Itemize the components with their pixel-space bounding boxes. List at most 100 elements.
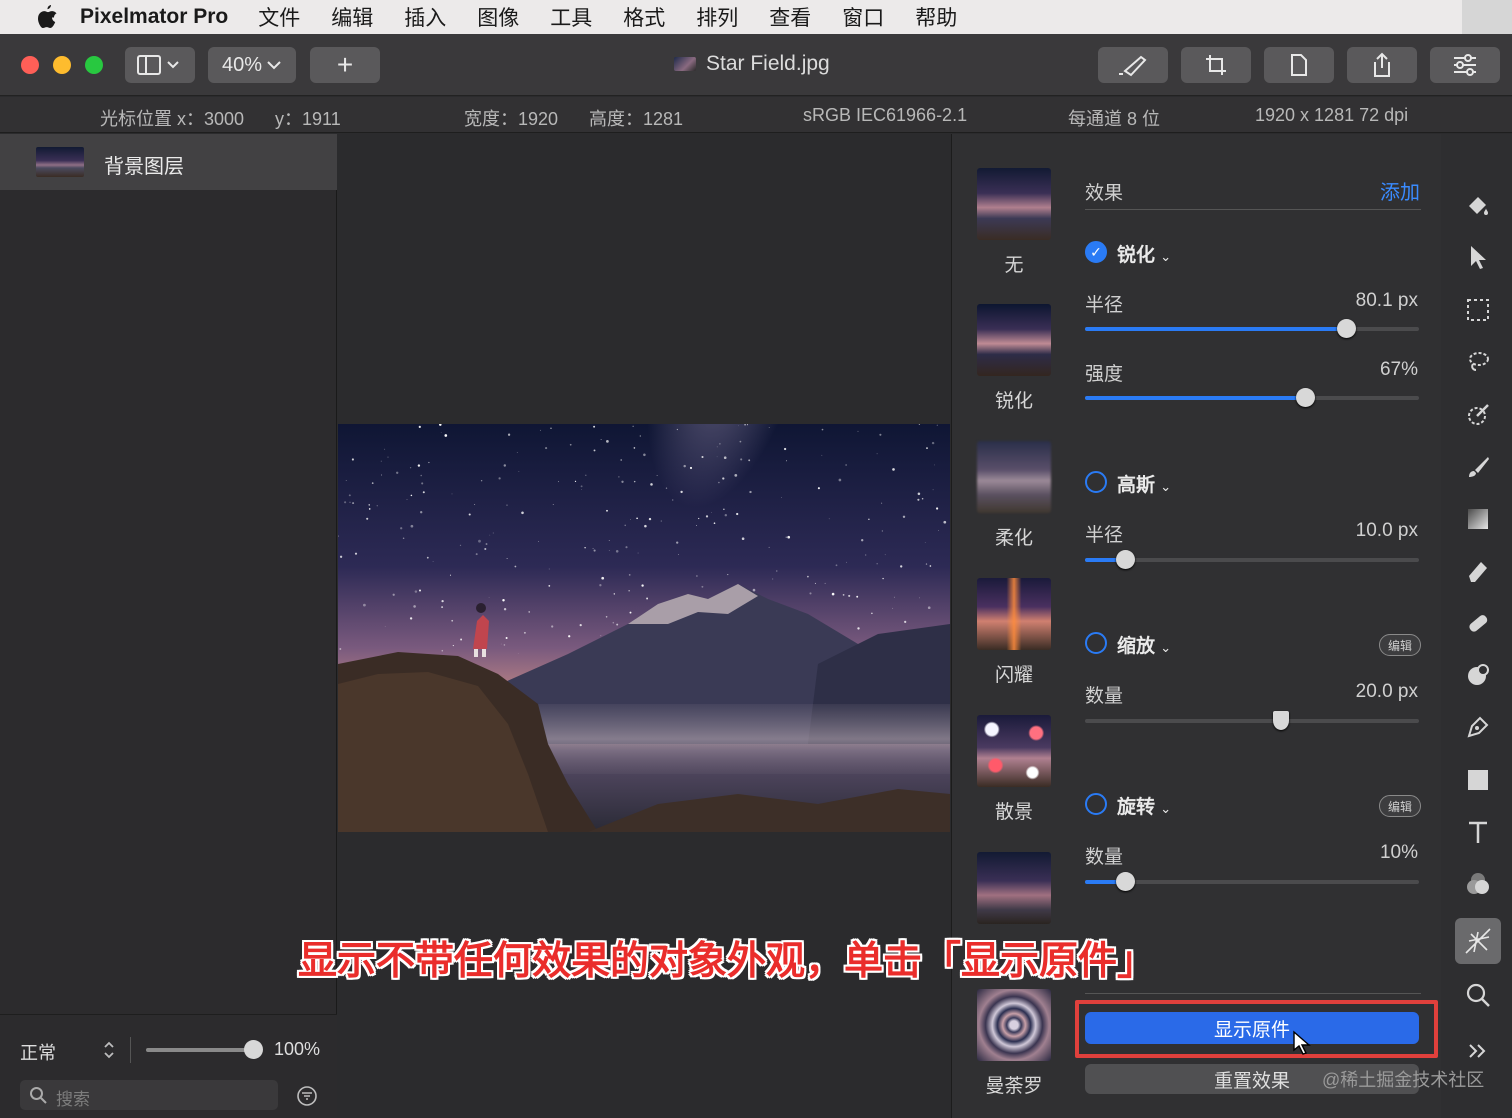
gaussian-radius-slider[interactable] — [1085, 550, 1419, 569]
slider-knob[interactable] — [1116, 550, 1136, 569]
preset-glow[interactable]: 闪耀 — [977, 578, 1051, 687]
spin-amount-slider[interactable] — [1085, 872, 1419, 891]
zoom-edit-button[interactable]: 编辑 — [1379, 634, 1421, 656]
arrange-tool[interactable] — [1459, 238, 1497, 276]
gaussian-effect-name[interactable]: 高斯 ⌄ — [1117, 470, 1171, 497]
zoom-tool[interactable] — [1459, 976, 1497, 1014]
apple-icon[interactable] — [32, 2, 62, 32]
sharpen-intensity-slider[interactable] — [1085, 388, 1419, 407]
preset-spin[interactable] — [977, 852, 1051, 924]
menu-edit[interactable]: 编辑 — [331, 2, 373, 32]
menu-format[interactable]: 格式 — [623, 2, 665, 32]
gradient-tool[interactable] — [1459, 500, 1497, 538]
magic-wand-tool[interactable] — [1459, 396, 1497, 434]
sharpen-effect-name[interactable]: 锐化 ⌄ — [1117, 240, 1171, 267]
star — [368, 504, 370, 506]
slider-knob[interactable] — [1116, 872, 1136, 891]
star — [824, 582, 826, 584]
updown-chevron-icon[interactable] — [102, 1039, 116, 1061]
filter-icon[interactable] — [296, 1085, 318, 1107]
menu-image[interactable]: 图像 — [477, 2, 519, 32]
layer-row[interactable]: 背景图层 — [0, 134, 337, 190]
adjust-button[interactable] — [1430, 47, 1500, 83]
menu-help[interactable]: 帮助 — [915, 2, 957, 32]
dimensions-readout: 1920 x 1281 72 dpi — [1255, 105, 1409, 125]
close-window-button[interactable] — [21, 56, 39, 74]
zoom-window-button[interactable] — [85, 56, 103, 74]
zoom-effect-name[interactable]: 缩放 ⌄ — [1117, 631, 1171, 658]
add-button[interactable]: + — [310, 47, 380, 83]
sharpen-intensity-value[interactable]: 67% — [1282, 359, 1418, 381]
menu-tools[interactable]: 工具 — [550, 2, 592, 32]
add-effect-button[interactable]: 添加 — [1352, 176, 1420, 205]
shape-tool[interactable] — [1459, 761, 1497, 799]
more-tools-button[interactable] — [1459, 1032, 1497, 1070]
star — [845, 464, 847, 466]
gaussian-radius-value[interactable]: 10.0 px — [1282, 520, 1418, 542]
star — [557, 481, 560, 483]
share-button[interactable] — [1347, 47, 1417, 83]
paint-tool[interactable] — [1459, 448, 1497, 486]
spin-checkbox[interactable] — [1085, 793, 1107, 815]
document-button[interactable] — [1264, 47, 1334, 83]
retouch-tool[interactable] — [1459, 656, 1497, 694]
preset-sharpen[interactable]: 锐化 — [977, 304, 1051, 413]
zoom-amount-value[interactable]: 20.0 px — [1282, 681, 1418, 703]
layer-search-field[interactable]: 搜索 — [20, 1080, 278, 1110]
menu-insert[interactable]: 插入 — [404, 2, 446, 32]
erase-tool[interactable] — [1459, 552, 1497, 590]
lasso-tool[interactable] — [1459, 343, 1497, 381]
sidebar-toggle-button[interactable] — [125, 47, 195, 83]
star — [539, 429, 541, 431]
minimize-window-button[interactable] — [53, 56, 71, 74]
type-tool[interactable] — [1459, 813, 1497, 851]
zoom-level-dropdown[interactable]: 40% — [208, 47, 296, 83]
menu-app-name[interactable]: Pixelmator Pro — [80, 5, 228, 29]
slider-knob[interactable] — [1273, 711, 1290, 730]
menu-view[interactable]: 查看 — [769, 2, 811, 32]
preset-none[interactable]: 无 — [977, 168, 1051, 277]
blend-mode-select[interactable]: 正常 — [20, 1039, 56, 1065]
spin-edit-button[interactable]: 编辑 — [1379, 795, 1421, 817]
show-original-button[interactable]: 显示原件 — [1085, 1012, 1419, 1044]
star — [616, 623, 619, 626]
rect-select-tool[interactable] — [1459, 291, 1497, 329]
style-tool[interactable] — [1459, 186, 1497, 224]
spin-effect-name[interactable]: 旋转 ⌄ — [1117, 792, 1171, 819]
watermark-text: @稀土掘金技术社区 — [1322, 1070, 1485, 1090]
crop-button[interactable] — [1181, 47, 1251, 83]
star — [633, 480, 636, 483]
star — [396, 471, 399, 474]
preset-mandala[interactable]: 曼荼罗 — [977, 989, 1051, 1098]
star — [781, 497, 782, 498]
sharpen-checkbox[interactable]: ✓ — [1085, 241, 1107, 263]
gaussian-checkbox[interactable] — [1085, 471, 1107, 493]
preset-soften[interactable]: 柔化 — [977, 441, 1051, 550]
slider-knob[interactable] — [1336, 319, 1356, 338]
zoom-amount-slider[interactable] — [1085, 711, 1419, 730]
zoom-amount-label: 数量 — [1085, 686, 1124, 707]
effects-tool[interactable] — [1455, 918, 1501, 964]
sharpen-radius-slider[interactable] — [1085, 319, 1419, 338]
menu-window[interactable]: 窗口 — [842, 2, 884, 32]
color-tool[interactable] — [1459, 865, 1497, 903]
star — [420, 474, 422, 477]
slider-knob[interactable] — [1296, 388, 1316, 407]
sharpen-radius-value[interactable]: 80.1 px — [1282, 290, 1418, 312]
menu-arrange[interactable]: 排列 — [696, 2, 738, 32]
spin-amount-value[interactable]: 10% — [1282, 842, 1418, 864]
opacity-slider[interactable] — [146, 1040, 263, 1059]
preset-bokeh[interactable]: 散景 — [977, 715, 1051, 824]
pen-tool[interactable] — [1459, 708, 1497, 746]
zoom-checkbox[interactable] — [1085, 632, 1107, 654]
repair-tool[interactable] — [1459, 604, 1497, 642]
star-field-image[interactable] — [338, 424, 950, 832]
star — [857, 430, 859, 432]
search-placeholder: 搜索 — [56, 1090, 90, 1109]
star — [856, 595, 859, 598]
star — [441, 649, 444, 652]
star — [460, 638, 463, 641]
format-brush-button[interactable] — [1098, 47, 1168, 83]
opacity-slider-knob[interactable] — [244, 1040, 263, 1059]
menu-file[interactable]: 文件 — [258, 2, 300, 32]
